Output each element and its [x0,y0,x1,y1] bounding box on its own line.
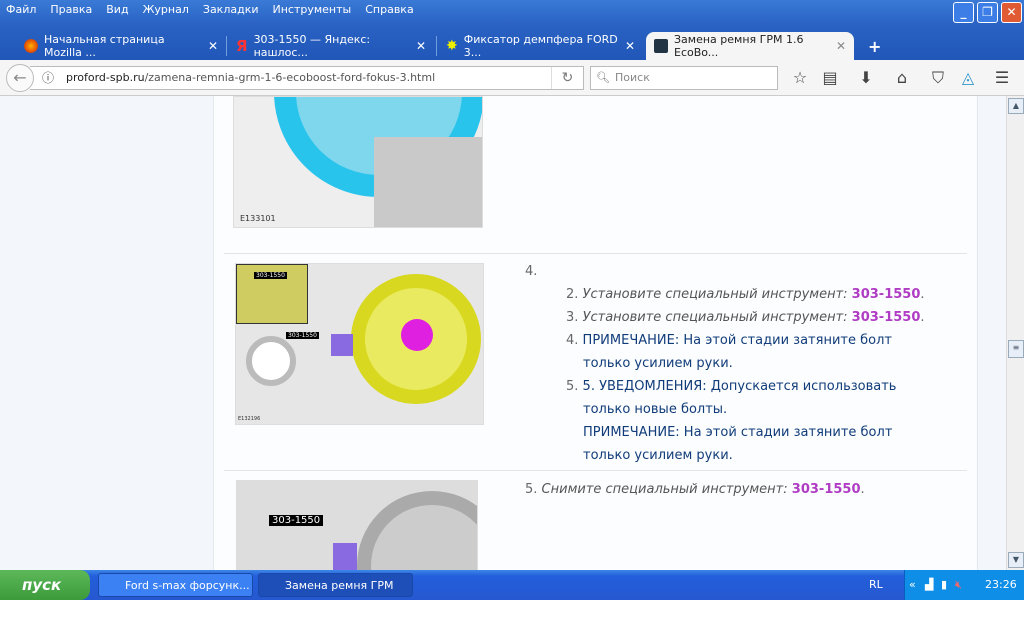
tab-label: Фиксатор демпфера FORD 3... [463,33,618,59]
search-placeholder: Поиск [615,71,650,84]
menu-bar: Файл Правка Вид Журнал Закладки Инструме… [6,3,414,16]
menu-edit[interactable]: Правка [50,3,92,16]
step-4-item-4: 4. ПРИМЕЧАНИЕ: На этой стадии затяните б… [566,333,892,371]
back-button[interactable]: ← [6,64,34,92]
menu-tools[interactable]: Инструменты [273,3,352,16]
menu-file[interactable]: Файл [6,3,36,16]
step-4-item-5: 5. 5. УВЕДОМЛЕНИЯ: Допускается использов… [566,379,897,463]
battery-icon[interactable]: ▮ [941,570,947,600]
firefox-icon [24,39,38,53]
tray-expand-icon[interactable]: « [909,570,916,600]
system-tray: RL « ▟ ▮ 🔇︎ 23:26 [869,570,1024,600]
tab-fixator[interactable]: ✸ Фиксатор демпфера FORD 3... ✕ [438,32,643,60]
scroll-up-button[interactable]: ▲ [1008,98,1024,114]
tool-code-link[interactable]: 303-1550 [792,482,861,497]
image-label: 303-1550 [286,332,319,339]
minimize-button[interactable]: _ [953,2,974,23]
title-bar: Файл Правка Вид Журнал Закладки Инструме… [0,0,1024,62]
tab-active-zamena[interactable]: Замена ремня ГРМ 1.6 EcoBo... ✕ [646,32,854,60]
signal-icon[interactable]: ▟ [925,570,933,600]
image-label: E132196 [238,416,261,422]
url-bar[interactable]: ⓘ proford-spb.ru/zamena-remnia-grm-1-6-e… [30,66,584,90]
vertical-scrollbar[interactable]: ▲ ≡ ▼ [1006,96,1024,570]
step-4-number: 4. [525,264,538,279]
taskbar-item-ford[interactable]: Ford s-max форсунк... [98,573,253,597]
clock[interactable]: 23:26 [985,570,1017,600]
menu-help[interactable]: Справка [365,3,413,16]
menu-bookmarks[interactable]: Закладки [203,3,259,16]
search-input[interactable]: 🔍︎ Поиск [590,66,778,90]
navigation-bar: ⓘ proford-spb.ru/zamena-remnia-grm-1-6-e… [0,60,1024,96]
star-badge-icon: ✸ [446,38,458,54]
step-4-item-2: 2. Установите специальный инструмент: 30… [566,287,925,302]
image-label: 303-1550 [269,515,324,526]
page-content: E133101 303-1550 303-1550 E132196 303-15… [0,96,1006,570]
close-tab-icon[interactable]: ✕ [625,39,635,53]
menu-view[interactable]: Вид [106,3,128,16]
diagram-image-1: E133101 [233,96,483,228]
tab-label: Замена ремня ГРМ 1.6 EcoBo... [674,33,804,59]
tool-code-link[interactable]: 303-1550 [852,287,921,302]
diagram-image-3: 303-1550 [236,480,478,570]
step-4-item-3: 3. Установите специальный инструмент: 30… [566,310,925,325]
reload-icon[interactable]: ↻ [551,67,583,89]
tab-label: 303-1550 — Яндекс: нашлос... [253,33,371,59]
hamburger-menu-icon[interactable]: ☰ [990,68,1014,87]
language-indicator[interactable]: RL [869,570,883,600]
close-tab-icon[interactable]: ✕ [836,39,846,53]
close-button[interactable]: ✕ [1001,2,1022,23]
diagram-image-2: 303-1550 303-1550 E132196 [235,263,484,425]
close-tab-icon[interactable]: ✕ [208,39,218,53]
start-button[interactable]: пуск [0,570,90,600]
taskbar-item-zamena[interactable]: Замена ремня ГРМ 1... [258,573,413,616]
tool-code-link[interactable]: 303-1550 [852,310,921,325]
url-host: proford-spb.ru [66,71,145,84]
url-path: /zamena-remnia-grm-1-6-ecoboost-ford-fok… [144,71,436,84]
tab-strip: Начальная страница Mozilla ... ✕ Я 303-15… [0,30,1024,60]
volume-muted-icon[interactable]: 🔇︎ [955,570,962,600]
taskbar: пуск Ford s-max форсунк... Замена ремня … [0,570,1024,616]
pocket-icon[interactable]: ⛉ [926,68,950,88]
image-label: E133101 [240,214,276,223]
scroll-down-button[interactable]: ▼ [1008,552,1024,568]
article-column: E133101 303-1550 303-1550 E132196 303-15… [213,96,978,570]
new-tab-button[interactable]: + [860,32,889,60]
restore-button[interactable]: ❐ [977,2,998,23]
image-label: 303-1550 [254,272,287,279]
search-icon: 🔍︎ [596,71,610,84]
step-5: 5. Снимите специальный инструмент: 303-1… [525,482,865,497]
tab-yandex[interactable]: Я 303-1550 — Яндекс: нашлос... ✕ [228,32,434,60]
close-tab-icon[interactable]: ✕ [416,39,426,53]
info-icon[interactable]: ⓘ [42,67,54,89]
home-icon[interactable]: ⌂ [890,68,914,87]
site-icon [654,39,668,53]
sync-icon[interactable]: ◬ [956,68,980,87]
yandex-icon: Я [236,37,248,55]
tab-label: Начальная страница Mozilla ... [44,33,165,59]
download-icon[interactable]: ⬇ [854,68,878,87]
menu-history[interactable]: Журнал [143,3,189,16]
tab-mozilla-start[interactable]: Начальная страница Mozilla ... ✕ [16,32,226,60]
reading-list-icon[interactable]: ▤ [818,68,842,87]
scroll-thumb[interactable]: ≡ [1008,340,1024,358]
bookmark-star-icon[interactable]: ☆ [788,68,812,87]
